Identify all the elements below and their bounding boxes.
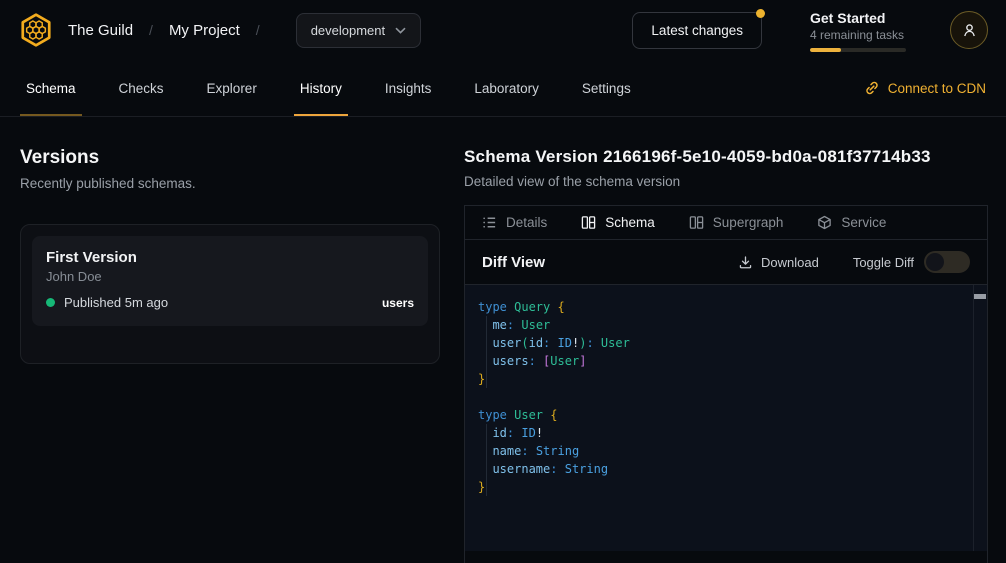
columns-icon (689, 215, 704, 230)
main-content: Versions Recently published schemas. Fir… (0, 117, 1006, 563)
nav-tab-schema[interactable]: Schema (20, 60, 82, 116)
nav-tab-history[interactable]: History (294, 60, 348, 116)
get-started-title: Get Started (810, 9, 906, 27)
version-detail-panel: Schema Version 2166196f-5e10-4059-bd0a-0… (464, 147, 988, 563)
nav-tab-insights[interactable]: Insights (379, 60, 438, 116)
nav-tab-settings[interactable]: Settings (576, 60, 637, 116)
hive-logo-icon[interactable] (18, 12, 54, 48)
environment-dropdown-value: development (311, 23, 385, 38)
version-detail-title: Schema Version 2166196f-5e10-4059-bd0a-0… (464, 147, 988, 167)
breadcrumb-project[interactable]: My Project (169, 22, 240, 39)
tab-schema[interactable]: Schema (581, 215, 655, 230)
get-started-subtitle: 4 remaining tasks (810, 27, 906, 43)
diff-view-title: Diff View (482, 254, 545, 271)
connect-to-cdn-link[interactable]: Connect to CDN (864, 80, 986, 96)
published-status-dot (46, 298, 55, 307)
nav-tab-checks[interactable]: Checks (113, 60, 170, 116)
breadcrumb-separator: / (149, 22, 153, 38)
indent-guide (486, 316, 487, 388)
download-icon (738, 255, 753, 270)
version-detail-tabs: Details Schema (465, 206, 987, 240)
cube-icon (817, 215, 832, 230)
version-status: Published 5m ago (64, 295, 168, 310)
latest-changes-label: Latest changes (651, 23, 743, 38)
tab-supergraph[interactable]: Supergraph (689, 215, 784, 230)
get-started-progressbar (810, 48, 906, 52)
diff-view-header: Diff View Download Toggle Diff (465, 240, 987, 284)
chevron-down-icon (395, 27, 406, 34)
toggle-diff-label: Toggle Diff (853, 255, 914, 270)
link-icon (864, 80, 880, 96)
latest-changes-button[interactable]: Latest changes (632, 12, 762, 49)
person-icon (961, 22, 978, 39)
nav-tab-explorer[interactable]: Explorer (201, 60, 263, 116)
environment-dropdown[interactable]: development (296, 13, 421, 48)
nav-tab-laboratory[interactable]: Laboratory (468, 60, 545, 116)
versions-subtitle: Recently published schemas. (20, 176, 440, 191)
columns-icon (581, 215, 596, 230)
schema-code-editor[interactable]: type Query { me: User user(id: ID!): Use… (465, 284, 987, 551)
get-started-progress-fill (810, 48, 841, 52)
indent-guide (486, 424, 487, 496)
list-icon (482, 215, 497, 230)
code-block: type Query { me: User user(id: ID!): Use… (478, 298, 963, 496)
breadcrumb-org[interactable]: The Guild (68, 22, 133, 39)
get-started-widget[interactable]: Get Started 4 remaining tasks (810, 9, 906, 52)
tab-service[interactable]: Service (817, 215, 886, 230)
scrollbar-track (973, 285, 974, 551)
version-service-badge: users (382, 296, 414, 310)
target-navigation: Schema Checks Explorer History Insights … (0, 60, 1006, 117)
toggle-diff-knob (926, 253, 944, 271)
versions-title: Versions (20, 147, 440, 169)
toggle-diff-switch[interactable] (924, 251, 970, 273)
download-button[interactable]: Download (738, 255, 819, 270)
version-name: First Version (46, 249, 414, 266)
version-detail-subtitle: Detailed view of the schema version (464, 174, 988, 189)
user-avatar[interactable] (950, 11, 988, 49)
versions-panel: Versions Recently published schemas. Fir… (20, 147, 440, 563)
version-author: John Doe (46, 269, 414, 284)
scrollbar-thumb[interactable] (974, 294, 986, 299)
version-list-item[interactable]: First Version John Doe Published 5m ago … (32, 236, 428, 326)
breadcrumb-separator: / (256, 22, 260, 38)
app-header: The Guild / My Project / development Lat… (0, 0, 1006, 60)
version-detail-card: Details Schema (464, 205, 988, 563)
notification-dot (756, 9, 765, 18)
versions-list-card: First Version John Doe Published 5m ago … (20, 224, 440, 364)
tab-details[interactable]: Details (482, 215, 547, 230)
